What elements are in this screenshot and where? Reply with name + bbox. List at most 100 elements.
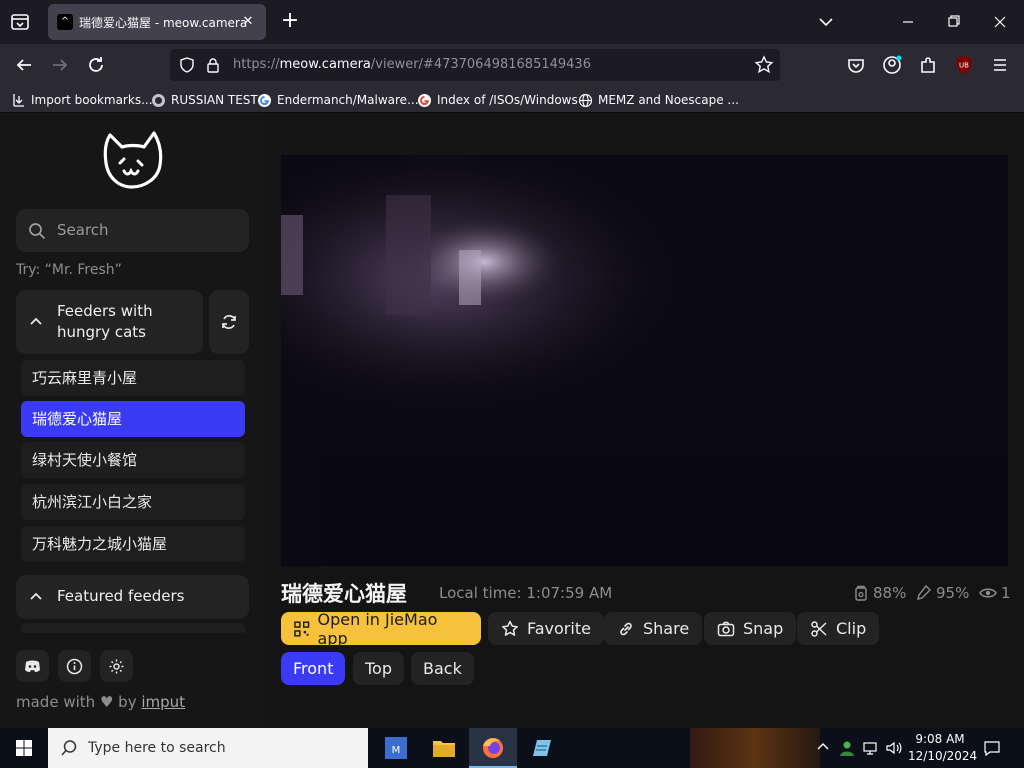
taskbar-app-media-icon[interactable]: M — [372, 728, 420, 768]
bookmark-star-icon[interactable] — [754, 55, 774, 79]
account-icon[interactable] — [879, 52, 905, 78]
import-icon — [13, 94, 24, 107]
navigation-bar: https://meow.camera/viewer/#473706498168… — [0, 44, 1024, 86]
share-button[interactable]: Share — [604, 612, 703, 645]
group-title-line-1: Feeders with — [57, 302, 153, 320]
bookmarks-bar: Import bookmarks... RUSSIAN TEST Enderma… — [0, 86, 1024, 113]
extensions-puzzle-icon[interactable] — [915, 52, 941, 78]
link-icon — [620, 622, 632, 635]
taskbar-clock[interactable]: 9:08 AM 12/10/2024 — [908, 731, 977, 765]
viewer-count-stat: 1 — [979, 584, 1011, 602]
info-button[interactable] — [58, 650, 91, 682]
camera-icon — [717, 621, 735, 636]
favorite-label: Favorite — [527, 619, 591, 638]
eye-icon — [979, 588, 997, 598]
tray-user-icon[interactable] — [838, 739, 856, 761]
restore-icon[interactable] — [944, 10, 964, 34]
chevron-up-icon — [30, 592, 42, 600]
close-window-icon[interactable] — [990, 10, 1010, 34]
info-icon — [66, 658, 83, 675]
bookmark-label: RUSSIAN TEST — [171, 93, 258, 107]
file-explorer-icon[interactable] — [420, 728, 468, 768]
clip-button[interactable]: Clip — [797, 612, 880, 645]
camera-stream-video[interactable] — [281, 155, 1008, 566]
github-icon — [152, 93, 165, 107]
new-tab-icon[interactable]: + — [278, 10, 302, 34]
stream-title: 瑞德爱心猫屋 — [281, 582, 407, 606]
imput-link[interactable]: imput — [141, 693, 185, 711]
address-bar[interactable]: https://meow.camera/viewer/#473706498168… — [170, 49, 780, 81]
feeder-item[interactable]: 巧云麻里青小屋 — [21, 360, 245, 396]
feeder-item[interactable]: 绿村天使小餐馆 — [21, 442, 245, 478]
meow-camera-page: Search Try: “Mr. Fresh” Feeders with hun… — [0, 113, 1024, 728]
taskbar-search-placeholder: Type here to search — [88, 740, 226, 756]
ublock-badge-text: UB — [959, 62, 969, 70]
water-level-value: 95% — [936, 584, 970, 602]
forward-arrow-icon[interactable] — [47, 52, 73, 78]
feeder-item[interactable]: 杭州滨江小白之家 — [21, 484, 245, 520]
feeder-item[interactable]: 万科魅力之城小猫屋 — [21, 526, 245, 562]
search-input[interactable]: Search — [16, 209, 249, 252]
taskbar-wallpaper-strip — [690, 728, 820, 768]
url-path: /viewer/#4737064981685149436 — [370, 57, 591, 72]
bookmark-label: Import bookmarks... — [31, 93, 153, 107]
star-icon — [502, 620, 518, 636]
featured-feeder-list-edge — [21, 623, 245, 633]
share-label: Share — [643, 619, 690, 638]
tab-close-icon[interactable]: ✕ — [238, 12, 258, 32]
ublock-origin-icon[interactable]: UB — [951, 52, 977, 78]
settings-button[interactable] — [100, 650, 133, 682]
bookmark-label: MEMZ and Noescape ... — [598, 93, 739, 107]
footer-by: by — [118, 693, 137, 711]
open-in-jiemao-app-button[interactable]: Open in JieMao app — [281, 610, 481, 648]
favorite-button[interactable]: Favorite — [488, 612, 604, 645]
menu-hamburger-icon[interactable] — [987, 52, 1013, 78]
tracking-protection-shield-icon[interactable] — [179, 57, 195, 77]
qr-code-icon — [294, 620, 310, 637]
refresh-button[interactable] — [209, 290, 249, 354]
minimize-icon[interactable] — [898, 10, 918, 34]
food-level-stat: 88% — [853, 584, 906, 602]
group-hungry-cats-toggle[interactable]: Feeders with hungry cats — [16, 290, 203, 354]
camera-back-tab[interactable]: Back — [411, 652, 474, 685]
active-tab[interactable]: ^ 瑞德爱心猫屋 - meow.camera ✕ — [48, 4, 266, 40]
notifications-icon[interactable] — [983, 739, 1001, 761]
tab-title: 瑞德爱心猫屋 - meow.camera — [79, 16, 248, 30]
snap-label: Snap — [743, 619, 784, 638]
bottle-icon — [917, 585, 931, 600]
back-arrow-icon[interactable] — [11, 52, 37, 78]
tab-overflow-chevron-icon[interactable] — [816, 10, 836, 34]
volume-icon[interactable] — [885, 739, 903, 761]
url-text[interactable]: https://meow.camera/viewer/#473706498168… — [233, 57, 591, 72]
group-featured-feeders-toggle[interactable]: Featured feeders — [16, 575, 249, 619]
windows-taskbar: Type here to search M 9:08 AM 12/10/2024 — [0, 728, 1024, 768]
pocket-icon[interactable] — [843, 52, 869, 78]
firefox-icon[interactable] — [469, 728, 517, 768]
meow-camera-logo[interactable] — [98, 129, 168, 193]
lock-icon[interactable] — [205, 57, 221, 77]
camera-front-tab[interactable]: Front — [281, 652, 346, 685]
footer-credit: made with ♥ by imput — [16, 693, 185, 711]
food-level-value: 88% — [873, 584, 907, 602]
bookmark-import[interactable]: Import bookmarks... — [12, 91, 153, 109]
browser-window: ^ 瑞德爱心猫屋 - meow.camera ✕ + https://meow.… — [0, 0, 1024, 768]
show-hidden-icons-chevron-icon[interactable] — [816, 739, 830, 759]
discord-button[interactable] — [16, 650, 49, 682]
taskbar-search-input[interactable]: Type here to search — [48, 728, 368, 768]
feeder-item-active[interactable]: 瑞德爱心猫屋 — [21, 401, 245, 437]
snap-button[interactable]: Snap — [704, 612, 797, 645]
network-icon[interactable] — [862, 739, 880, 761]
notes-app-icon[interactable] — [518, 728, 566, 768]
camera-top-tab[interactable]: Top — [353, 652, 404, 685]
bookmark-memz[interactable]: MEMZ and Noescape ... — [578, 91, 739, 109]
search-icon — [61, 740, 77, 756]
url-prefix: https:// — [233, 57, 280, 72]
bookmark-russian-test[interactable]: RUSSIAN TEST — [151, 91, 258, 109]
bookmark-endermanch[interactable]: Endermanch/Malware... — [257, 91, 419, 109]
clock-time: 9:08 AM — [915, 732, 965, 746]
url-host: meow.camera — [279, 57, 371, 72]
tab-list-icon[interactable] — [8, 10, 32, 34]
start-button[interactable] — [0, 728, 48, 768]
bookmark-iso-index[interactable]: Index of /ISOs/Windows — [417, 91, 578, 109]
reload-icon[interactable] — [83, 52, 109, 78]
